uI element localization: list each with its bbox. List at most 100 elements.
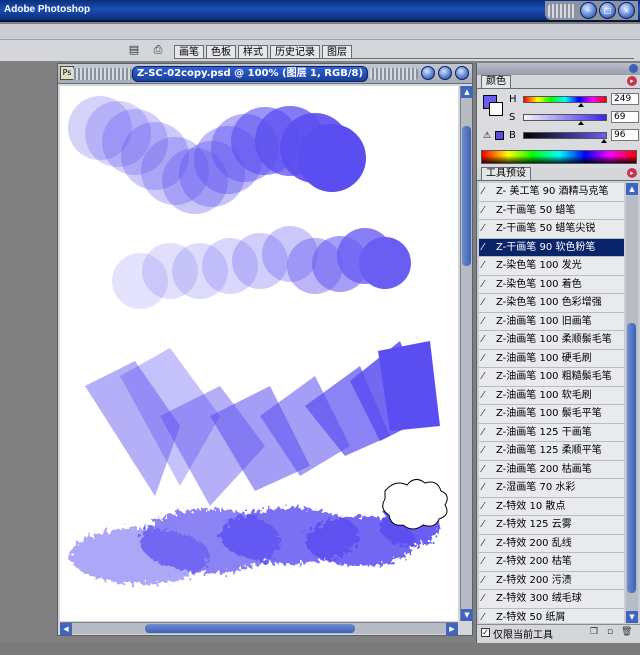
brush-icon: ⁄ (482, 445, 484, 456)
doc-minimize-button[interactable] (421, 66, 435, 80)
preset-item[interactable]: ⁄ Z-油画笔 100 鬃毛平笔 (479, 405, 624, 424)
preset-item[interactable]: ⁄ Z-干画笔 50 蜡笔 (479, 201, 624, 220)
palette-title-bar[interactable] (477, 63, 640, 75)
color-panel: H 249 度 S 69 % B 96 % ⚠ (477, 88, 640, 168)
app-title-bar: Adobe Photoshop – □ × (0, 0, 640, 22)
scroll-up-icon[interactable]: ▲ (626, 183, 638, 195)
preset-item[interactable]: ⁄ Z-油画笔 125 柔顺平笔 (479, 442, 624, 461)
close-button[interactable]: × (618, 2, 635, 19)
scroll-right-icon[interactable]: ▶ (446, 623, 458, 635)
lasso-selection (382, 479, 448, 530)
scroll-thumb[interactable] (145, 624, 355, 633)
preset-item[interactable]: ⁄ Z-特效 10 散点 (479, 497, 624, 516)
preset-item[interactable]: ⁄ Z-特效 200 乱线 (479, 534, 624, 553)
brush-icon: ⁄ (482, 241, 484, 253)
preset-item[interactable]: ⁄ Z-染色笔 100 色彩增强 (479, 294, 624, 313)
window-controls: – □ × (545, 1, 638, 20)
preset-item[interactable]: ⁄ Z-特效 200 枯笔 (479, 553, 624, 572)
current-tool-only-checkbox[interactable]: ✓ (481, 628, 490, 637)
tab-history[interactable]: 历史记录 (270, 45, 320, 59)
scroll-up-icon[interactable]: ▲ (461, 86, 473, 98)
scroll-down-icon[interactable]: ▼ (461, 609, 473, 621)
document-title-bar[interactable]: Ps Z-SC-02copy.psd @ 100% (图层 1, RGB/8) (58, 64, 472, 84)
brush-icon: ⁄ (482, 556, 484, 567)
preset-item[interactable]: ⁄ Z-特效 200 污渍 (479, 571, 624, 590)
preset-item[interactable]: ⁄ Z- 美工笔 90 酒精马克笔 (479, 183, 624, 202)
new-preset-icon[interactable]: ❐ (589, 627, 599, 637)
tab-swatches[interactable]: 色板 (206, 45, 236, 59)
preset-item[interactable]: ⁄ Z-干画笔 50 蜡笔尖锐 (479, 220, 624, 239)
tab-brushes[interactable]: 画笔 (174, 45, 204, 59)
grip-handle[interactable] (548, 3, 576, 18)
close-icon[interactable] (629, 64, 638, 73)
options-bar: ▤ ⎙ 画笔 色板 样式 历史记录 图层 (0, 40, 640, 62)
background-swatch[interactable] (489, 102, 503, 116)
preset-item[interactable]: ⁄ Z-油画笔 100 旧画笔 (479, 312, 624, 331)
preset-list: ⁄ Z- 美工笔 90 酒精马克笔 ⁄ Z-干画笔 50 蜡笔 ⁄ Z-干画笔 50 蜡笔… (479, 183, 624, 623)
brush-icon: ⁄ (482, 537, 484, 549)
preset-label: Z- 美工笔 90 酒精马克笔 (496, 186, 609, 197)
trash-icon[interactable]: 🗑 (621, 627, 632, 637)
preset-label: Z-油画笔 100 软毛刷 (496, 389, 592, 401)
canvas[interactable] (60, 86, 458, 621)
gamut-warning-icon[interactable]: ⚠ (483, 131, 491, 141)
scroll-thumb[interactable] (462, 126, 471, 266)
scroll-left-icon[interactable]: ◀ (60, 623, 72, 635)
preset-item[interactable]: ⁄ Z-油画笔 125 干画笔 (479, 423, 624, 442)
minimize-button[interactable]: – (580, 2, 597, 19)
stroke-pastel (112, 226, 411, 309)
doc-maximize-button[interactable] (438, 66, 452, 80)
close-icon: × (623, 6, 630, 15)
saturation-slider[interactable]: S 69 % (509, 111, 639, 125)
preset-item[interactable]: ⁄ Z-特效 50 纸屑 (479, 608, 624, 623)
maximize-button[interactable]: □ (599, 2, 616, 19)
palette-menu-icon[interactable]: ▸ (627, 168, 637, 178)
brush-icon: ⁄ (482, 519, 484, 530)
brush-icon: ⁄ (482, 352, 484, 364)
preset-label: Z-特效 10 散点 (496, 500, 566, 512)
doc-close-button[interactable] (455, 66, 469, 80)
preset-item[interactable]: ⁄ Z-油画笔 100 硬毛刷 (479, 349, 624, 368)
preset-item[interactable]: ⁄ Z-油画笔 100 粗糙鬃毛笔 (479, 368, 624, 387)
preset-item[interactable]: ⁄ Z-油画笔 200 枯画笔 (479, 460, 624, 479)
tab-layers[interactable]: 图层 (322, 45, 352, 59)
tab-styles[interactable]: 样式 (238, 45, 268, 59)
preset-label: Z-湿画笔 70 水彩 (496, 482, 576, 493)
preset-label: Z-油画笔 100 旧画笔 (496, 315, 592, 327)
preset-label: Z-干画笔 90 软色粉笔 (496, 241, 596, 253)
brightness-value-field[interactable]: 96 (611, 129, 639, 141)
preset-item[interactable]: ⁄ Z-干画笔 90 软色粉笔 (479, 238, 624, 257)
file-browser-icon[interactable]: ▤ (128, 44, 140, 56)
app-title: Adobe Photoshop (4, 4, 91, 15)
preset-scrollbar[interactable]: ▲ ▼ (626, 183, 638, 623)
hue-slider[interactable]: H 249 度 (509, 93, 639, 107)
brush-icon: ⁄ (482, 297, 484, 308)
brush-icon: ⁄ (482, 204, 484, 216)
brush-icon: ⁄ (482, 315, 484, 327)
horizontal-scrollbar[interactable]: ◀ ▶ (60, 622, 458, 635)
new-preset-icon[interactable]: ▫ (605, 627, 615, 637)
vertical-scrollbar[interactable]: ▲ ▼ (460, 86, 473, 621)
scroll-down-icon[interactable]: ▼ (626, 611, 638, 623)
current-tool-only-label: 仅限当前工具 (493, 630, 553, 641)
brush-icon: ⁄ (482, 500, 484, 512)
brightness-slider[interactable]: B 96 % (509, 129, 639, 143)
gamut-swatch[interactable] (495, 131, 504, 140)
preset-item[interactable]: ⁄ Z-特效 125 云雾 (479, 516, 624, 535)
hue-value-field[interactable]: 249 (611, 93, 639, 105)
color-ramp[interactable] (481, 150, 637, 164)
preset-item[interactable]: ⁄ Z-油画笔 100 软毛刷 (479, 386, 624, 405)
tab-color[interactable]: 颜色 (481, 75, 511, 88)
scroll-thumb[interactable] (627, 323, 636, 593)
tab-tool-presets[interactable]: 工具预设 (481, 167, 531, 180)
status-bar (0, 643, 640, 655)
preset-item[interactable]: ⁄ Z-特效 300 绒毛球 (479, 590, 624, 609)
grip-handle (72, 68, 132, 80)
preset-item[interactable]: ⁄ Z-油画笔 100 柔顺鬃毛笔 (479, 331, 624, 350)
saturation-value-field[interactable]: 69 (611, 111, 639, 123)
palette-well-icon[interactable]: ⎙ (152, 44, 164, 56)
palette-menu-icon[interactable]: ▸ (627, 76, 637, 86)
preset-item[interactable]: ⁄ Z-湿画笔 70 水彩 (479, 479, 624, 498)
preset-item[interactable]: ⁄ Z-染色笔 100 发光 (479, 257, 624, 276)
preset-item[interactable]: ⁄ Z-染色笔 100 着色 (479, 275, 624, 294)
